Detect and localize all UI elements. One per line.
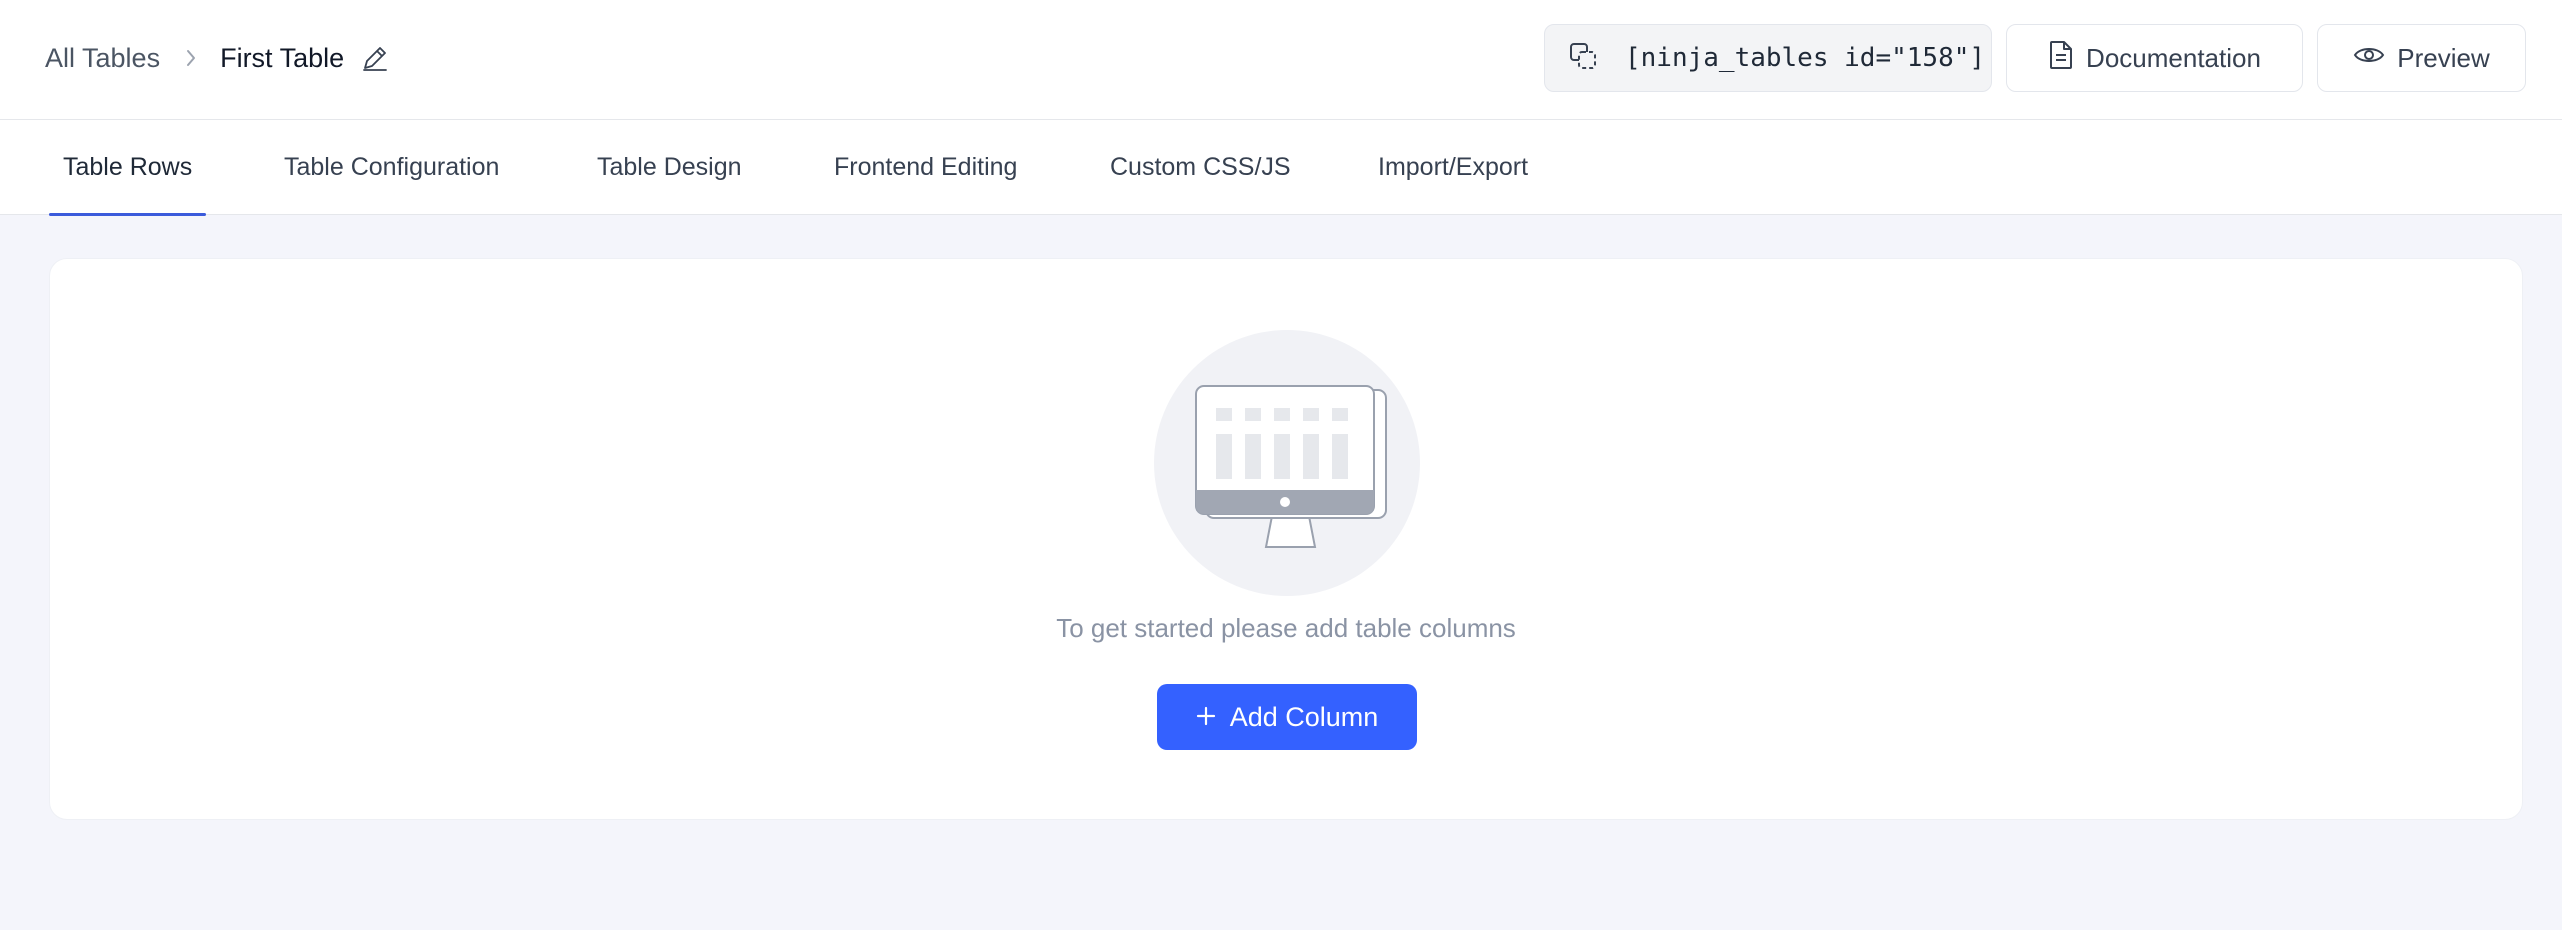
breadcrumb: All Tables First Table — [45, 0, 390, 116]
tab-frontend-editing[interactable]: Frontend Editing — [834, 120, 1017, 215]
copy-icon — [1567, 40, 1599, 77]
empty-state-card: To get started please add table columns … — [49, 258, 2523, 820]
tab-table-configuration[interactable]: Table Configuration — [284, 120, 499, 215]
tab-table-design[interactable]: Table Design — [597, 120, 742, 215]
breadcrumb-current-table: First Table — [220, 42, 345, 73]
tab-bar: Table Rows Table Configuration Table Des… — [0, 120, 2562, 216]
preview-label: Preview — [2397, 42, 2490, 73]
top-header: All Tables First Table [ninja_tables id=… — [0, 0, 2562, 120]
tab-import-export[interactable]: Import/Export — [1378, 120, 1528, 215]
shortcode-text: [ninja_tables id="158"] — [1625, 43, 1986, 73]
chevron-right-icon — [184, 48, 198, 68]
documentation-label: Documentation — [2086, 42, 2261, 73]
add-column-label: Add Column — [1229, 701, 1379, 732]
tab-custom-css-js[interactable]: Custom CSS/JS — [1110, 120, 1291, 215]
eye-icon — [2353, 43, 2385, 74]
plus-icon — [1196, 702, 1216, 733]
header-actions: [ninja_tables id="158"] Documentation Pr… — [1544, 24, 2526, 92]
empty-state-message: To get started please add table columns — [1056, 613, 1516, 643]
documentation-button[interactable]: Documentation — [2006, 24, 2303, 92]
pencil-edit-icon[interactable] — [360, 43, 390, 73]
breadcrumb-all-tables-link[interactable]: All Tables — [45, 43, 160, 74]
add-column-button[interactable]: Add Column — [1157, 684, 1417, 750]
preview-button[interactable]: Preview — [2317, 24, 2526, 92]
monitor-table-icon — [1154, 330, 1420, 596]
copy-shortcode-button[interactable]: [ninja_tables id="158"] — [1544, 24, 1992, 92]
document-icon — [2048, 40, 2074, 77]
tab-table-rows[interactable]: Table Rows — [48, 120, 207, 216]
